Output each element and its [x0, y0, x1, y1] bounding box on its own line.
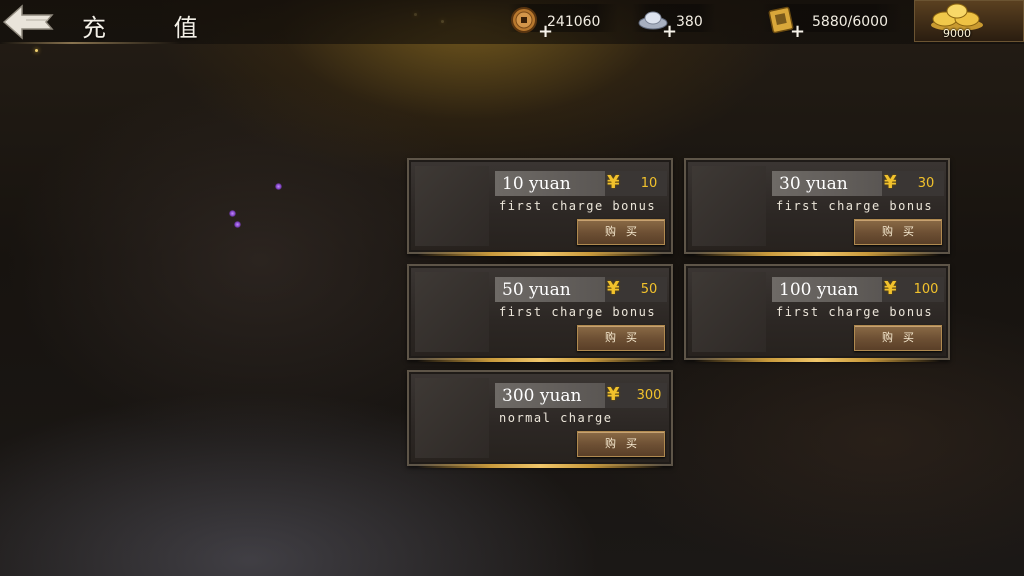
package-price: 300 — [636, 388, 662, 403]
package-thumbnail — [692, 166, 766, 246]
buy-button[interactable]: 购买 — [854, 219, 942, 245]
buy-button-label: 购买 — [882, 225, 924, 238]
coin-value: 241060 — [547, 14, 601, 30]
stamina-value: 5880/6000 — [812, 14, 888, 30]
purple-spark — [234, 221, 241, 228]
package-name: 100 yuan — [779, 280, 859, 300]
stamina-plus-icon[interactable]: + — [790, 23, 805, 41]
buy-button-label: 购买 — [605, 225, 647, 238]
purple-spark — [229, 210, 236, 217]
back-button[interactable] — [0, 0, 56, 44]
package-card-100: 100 yuan ¥ 100 first charge bonus 购买 — [684, 264, 950, 362]
package-thumbnail — [415, 378, 489, 458]
yen-icon: ¥ — [884, 172, 897, 193]
package-name: 10 yuan — [502, 174, 571, 194]
gold-glint — [35, 49, 38, 52]
yen-icon: ¥ — [607, 172, 620, 193]
buy-button[interactable]: 购买 — [577, 325, 665, 351]
package-desc: first charge bonus — [499, 305, 657, 319]
silver-value: 380 — [676, 14, 703, 30]
package-thumbnail — [415, 166, 489, 246]
silver-counter: + 380 — [636, 6, 716, 41]
package-desc: first charge bonus — [499, 199, 657, 213]
back-arrow-icon — [2, 4, 54, 40]
package-name: 50 yuan — [502, 280, 571, 300]
page-title: 充 值 — [82, 14, 228, 42]
package-price: 50 — [640, 282, 658, 297]
yen-icon: ¥ — [884, 278, 897, 299]
gold-counter[interactable]: 9000 — [914, 0, 1024, 42]
copper-coin-icon — [511, 7, 537, 33]
package-card-50: 50 yuan ¥ 50 first charge bonus 购买 — [407, 264, 673, 362]
package-name: 300 yuan — [502, 386, 582, 406]
coin-counter: + 241060 — [508, 6, 618, 41]
buy-button-label: 购买 — [605, 437, 647, 450]
package-desc: first charge bonus — [776, 305, 934, 319]
package-price: 10 — [640, 176, 658, 191]
package-thumbnail — [415, 272, 489, 352]
top-bar: 充 值 + 241060 + 380 + 5880/6000 9000 — [0, 0, 1024, 44]
package-price: 30 — [917, 176, 935, 191]
package-card-10: 10 yuan ¥ 10 first charge bonus 购买 — [407, 158, 673, 256]
purple-spark — [275, 183, 282, 190]
yen-icon: ¥ — [607, 384, 620, 405]
yen-icon: ¥ — [607, 278, 620, 299]
package-thumbnail — [692, 272, 766, 352]
package-name: 30 yuan — [779, 174, 848, 194]
package-desc: normal charge — [499, 411, 613, 425]
buy-button[interactable]: 购买 — [577, 431, 665, 457]
buy-button[interactable]: 购买 — [854, 325, 942, 351]
buy-button-label: 购买 — [605, 331, 647, 344]
package-price: 100 — [913, 282, 939, 297]
gold-value: 9000 — [943, 27, 971, 40]
stamina-counter: + 5880/6000 — [766, 6, 902, 41]
package-card-300: 300 yuan ¥ 300 normal charge 购买 — [407, 370, 673, 468]
buy-button-label: 购买 — [882, 331, 924, 344]
silver-plus-icon[interactable]: + — [662, 23, 677, 41]
buy-button[interactable]: 购买 — [577, 219, 665, 245]
title-underline — [0, 42, 180, 44]
package-card-30: 30 yuan ¥ 30 first charge bonus 购买 — [684, 158, 950, 256]
package-desc: first charge bonus — [776, 199, 934, 213]
